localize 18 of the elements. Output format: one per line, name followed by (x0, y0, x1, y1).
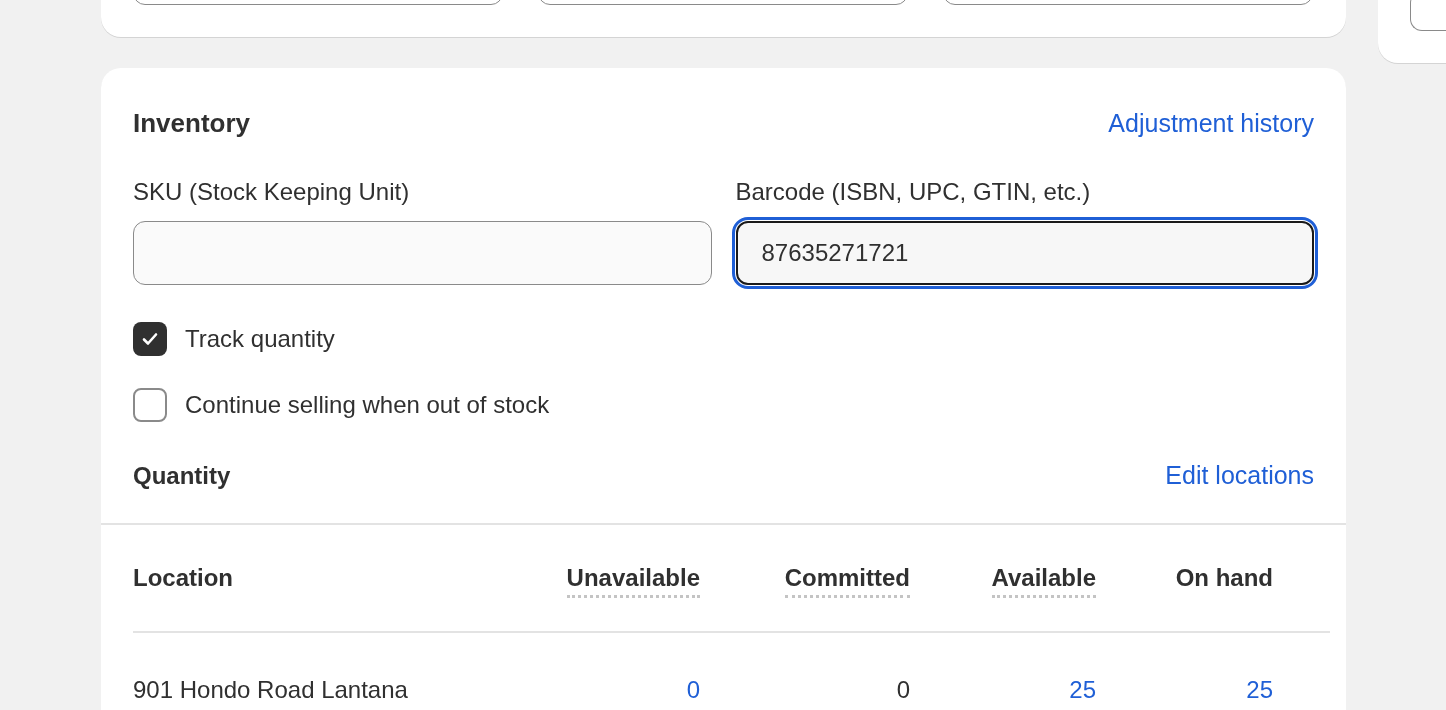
table-cell: 901 Hondo Road Lantana (133, 675, 408, 703)
adjustment-history-link[interactable]: Adjustment history (1108, 104, 1314, 143)
column-header[interactable]: Committed (784, 563, 910, 598)
checkbox-label: Track quantity (185, 324, 335, 354)
field-label: SKU (Stock Keeping Unit) (133, 177, 411, 207)
checkbox-label: Continue selling when out of stock (185, 390, 550, 420)
column-header: Location (133, 563, 233, 591)
quantity-title: Quantity (133, 460, 231, 491)
table-cell: 0 (896, 675, 910, 703)
section-title: Inventory (133, 107, 251, 140)
column-header[interactable]: Unavailable (566, 563, 700, 598)
edit-locations-link[interactable]: Edit locations (1165, 457, 1314, 495)
quantity-link[interactable]: 0 (686, 675, 700, 703)
column-header[interactable]: Available (991, 563, 1096, 598)
column-header: On hand (1175, 563, 1273, 591)
quantity-link[interactable]: 25 (1246, 675, 1273, 703)
field-label: Barcode (ISBN, UPC, GTIN, etc.) (735, 177, 1092, 207)
quantity-link[interactable]: 25 (1069, 675, 1096, 703)
